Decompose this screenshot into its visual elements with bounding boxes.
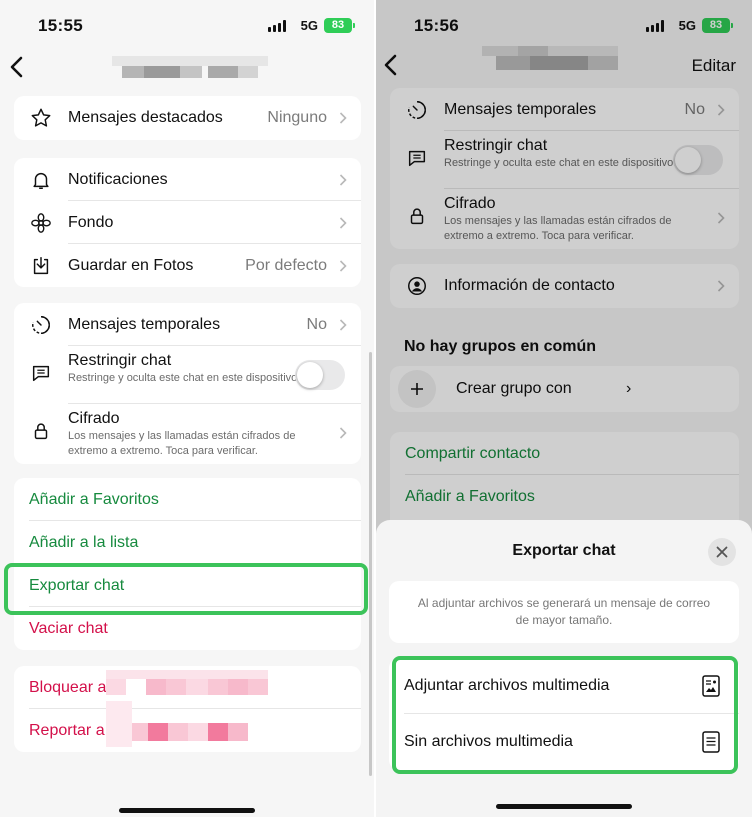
export-options-highlight <box>392 656 738 774</box>
starred-value: Ninguno <box>267 109 327 126</box>
restrict-chat-row: Restringir chat Restringe y oculta este … <box>14 346 361 404</box>
timer-icon <box>32 315 50 334</box>
flower-icon <box>31 212 51 233</box>
starred-card: Mensajes destacados Ninguno <box>14 96 361 140</box>
block-label: Bloquear a <box>29 678 107 696</box>
report-label: Reportar a <box>29 721 105 739</box>
chevron-right-icon <box>339 173 347 186</box>
add-to-list-label: Añadir a la lista <box>29 533 139 551</box>
chevron-right-icon <box>339 318 347 331</box>
restrict-chat-toggle[interactable] <box>295 360 345 390</box>
disappearing-messages-row[interactable]: Mensajes temporales No <box>14 303 361 346</box>
chevron-right-icon <box>339 427 347 439</box>
chat-lock-icon <box>32 365 50 382</box>
download-icon <box>33 256 49 274</box>
chevron-right-icon <box>339 216 347 229</box>
settings-card: Notificaciones Fondo Guardar en Fotos Po… <box>14 158 361 287</box>
status-time: 15:55 <box>38 16 83 35</box>
contact-name-redacted <box>106 701 268 747</box>
close-icon <box>716 546 728 558</box>
add-favorites-label: Añadir a Favoritos <box>29 490 159 508</box>
network-label: 5G <box>300 18 318 33</box>
add-favorites-row[interactable]: Añadir a Favoritos <box>14 478 361 521</box>
signal-icon <box>268 20 286 32</box>
right-screen: 15:56 5G 83 Editar Mensajes temporales N… <box>376 0 752 817</box>
report-contact-row[interactable]: Reportar a <box>14 701 361 752</box>
status-bar: 15:55 5G 83 <box>0 14 374 38</box>
home-indicator <box>119 808 255 813</box>
contact-name-redacted <box>112 56 268 80</box>
encryption-row[interactable]: Cifrado Los mensajes y las llamadas está… <box>14 404 361 462</box>
battery-icon: 83 <box>324 18 355 33</box>
danger-card: Bloquear a Reportar a <box>14 666 361 752</box>
contact-name-redacted <box>106 670 268 704</box>
disappearing-label: Mensajes temporales <box>68 315 221 333</box>
star-icon <box>31 108 51 127</box>
bell-icon <box>33 172 49 189</box>
disappearing-value: No <box>306 315 327 333</box>
scrollbar[interactable] <box>369 352 372 776</box>
starred-label: Mensajes destacados <box>68 109 223 126</box>
wallpaper-row[interactable]: Fondo <box>14 201 361 244</box>
left-screen: 15:55 5G 83 Mensajes destacados Ninguno … <box>0 0 374 817</box>
export-chat-highlight <box>4 563 368 615</box>
clear-chat-label: Vaciar chat <box>29 619 108 637</box>
wallpaper-label: Fondo <box>68 213 114 231</box>
lock-icon <box>34 423 48 440</box>
save-to-photos-row[interactable]: Guardar en Fotos Por defecto <box>14 244 361 287</box>
home-indicator <box>496 804 632 809</box>
chevron-right-icon <box>339 112 347 124</box>
privacy-card: Mensajes temporales No Restringir chat R… <box>14 303 361 464</box>
notifications-label: Notificaciones <box>68 170 168 188</box>
save-photos-value: Por defecto <box>245 256 327 274</box>
starred-messages-row[interactable]: Mensajes destacados Ninguno <box>14 96 361 140</box>
close-button[interactable] <box>708 538 736 566</box>
encryption-description: Los mensajes y las llamadas están cifrad… <box>68 430 296 457</box>
add-to-list-row[interactable]: Añadir a la lista <box>14 521 361 564</box>
chevron-right-icon <box>339 259 347 272</box>
attachment-note: Al adjuntar archivos se generará un mens… <box>389 581 739 643</box>
sheet-title: Exportar chat <box>512 542 616 559</box>
encryption-label: Cifrado <box>68 410 120 427</box>
save-photos-label: Guardar en Fotos <box>68 256 194 274</box>
notifications-row[interactable]: Notificaciones <box>14 158 361 201</box>
back-chevron-icon[interactable] <box>6 54 30 80</box>
